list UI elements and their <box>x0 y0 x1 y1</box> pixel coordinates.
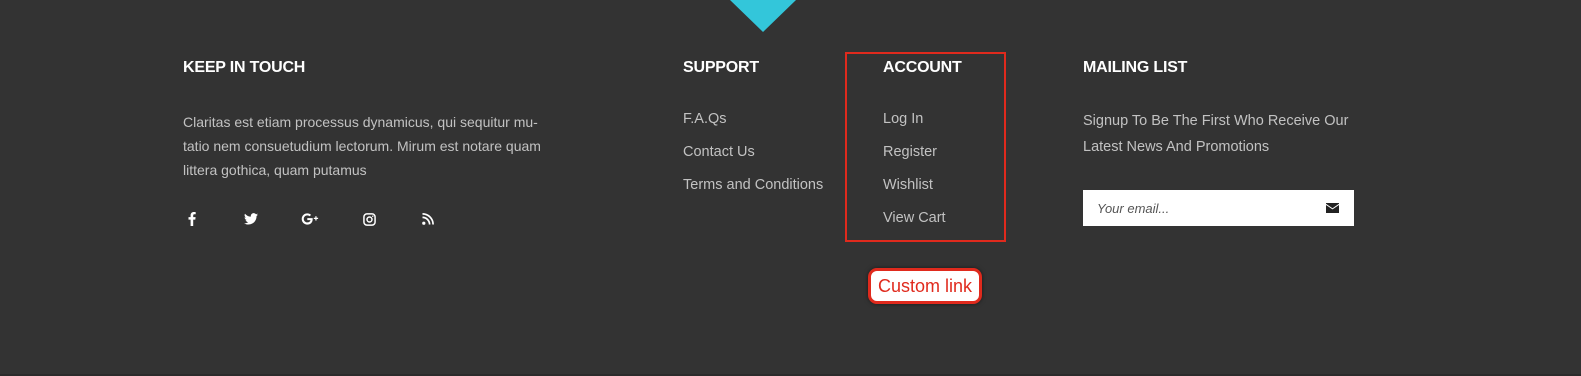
accent-notch <box>730 0 796 32</box>
twitter-link[interactable] <box>242 210 260 228</box>
instagram-link[interactable] <box>360 210 378 228</box>
rss-link[interactable] <box>419 210 437 228</box>
terms-link[interactable]: Terms and Conditions <box>683 175 843 195</box>
google-plus-icon <box>301 213 319 225</box>
account-highlight-box <box>845 52 1006 242</box>
google-plus-link[interactable] <box>301 210 319 228</box>
mailing-list-title: MAILING LIST <box>1083 59 1188 76</box>
social-links <box>183 210 563 228</box>
mailing-list-description: Signup To Be The First Who Receive Our L… <box>1083 113 1349 155</box>
support-links: F.A.Qs Contact Us Terms and Conditions <box>683 109 843 195</box>
instagram-icon <box>362 212 376 226</box>
site-footer: KEEP IN TOUCH Claritas est etiam process… <box>0 0 1581 376</box>
email-input[interactable] <box>1097 200 1297 216</box>
subscribe-button[interactable] <box>1324 200 1340 216</box>
envelope-icon <box>1325 203 1339 213</box>
rss-icon <box>422 213 434 225</box>
support-column: SUPPORT F.A.Qs Contact Us Terms and Cond… <box>683 58 843 208</box>
facebook-link[interactable] <box>183 210 201 228</box>
contact-us-link[interactable]: Contact Us <box>683 142 843 162</box>
facebook-icon <box>188 212 196 226</box>
twitter-icon <box>244 213 258 225</box>
about-text: Claritas est etiam processus dynamicus, … <box>183 114 541 178</box>
support-title: SUPPORT <box>683 59 759 76</box>
keep-in-touch-column: KEEP IN TOUCH Claritas est etiam process… <box>183 58 563 228</box>
newsletter-form <box>1083 190 1354 226</box>
mailing-list-column: MAILING LIST Signup To Be The First Who … <box>1083 58 1373 226</box>
faqs-link[interactable]: F.A.Qs <box>683 109 843 129</box>
keep-in-touch-title: KEEP IN TOUCH <box>183 59 306 76</box>
custom-link-callout: Custom link <box>868 268 982 304</box>
